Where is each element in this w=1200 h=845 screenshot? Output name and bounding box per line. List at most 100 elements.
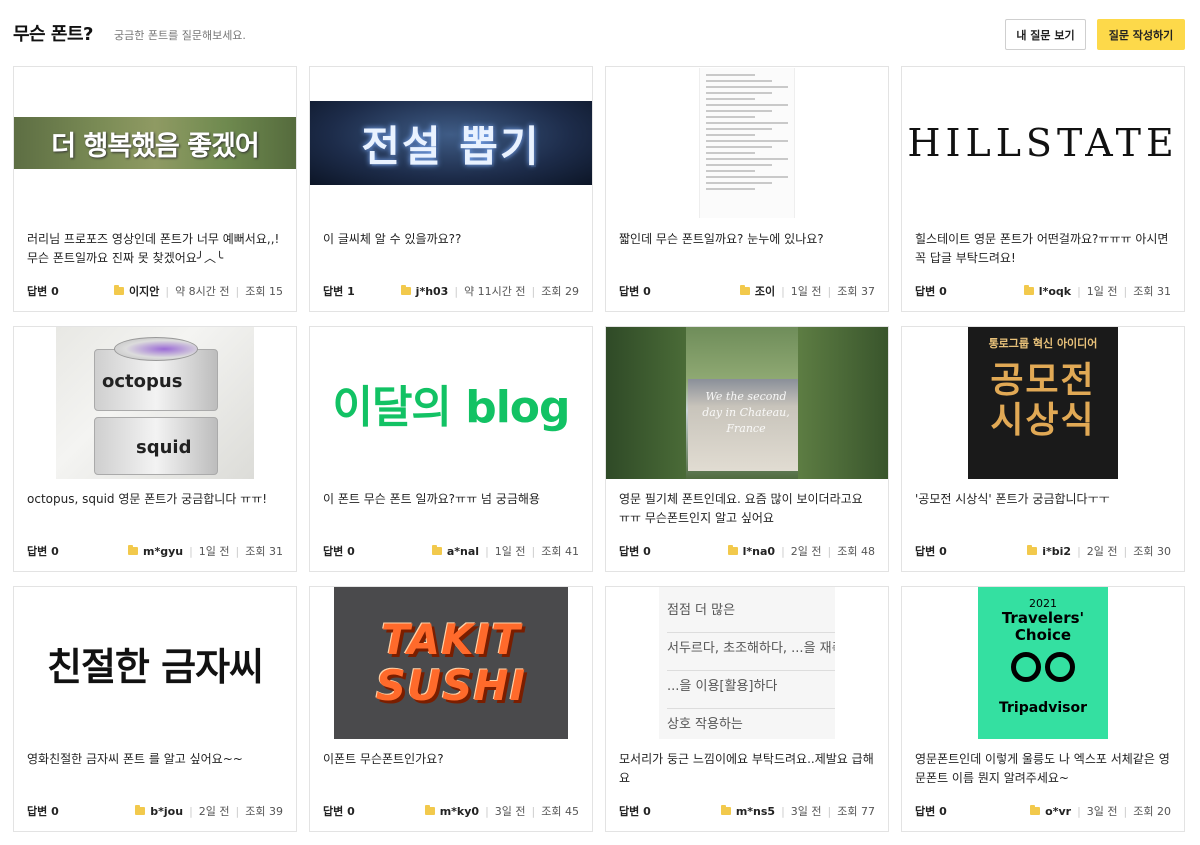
folder-icon	[720, 805, 731, 815]
folder-icon	[727, 545, 738, 555]
question-grid: 더 행복했음 좋겠어 러리님 프로포즈 영상인데 폰트가 너무 예뻐서요,,! …	[13, 66, 1186, 832]
folder-icon	[424, 805, 435, 815]
separator: |	[1123, 544, 1128, 558]
question-card[interactable]: We the second day in Chateau, France 영문 …	[605, 326, 889, 572]
thumbnail-text: Tripadvisor	[999, 700, 1087, 716]
question-card[interactable]: 짧인데 무슨 폰트일까요? 눈누에 있나요? 답변 0 조이 | 1일 전 | …	[605, 66, 889, 312]
separator: |	[485, 544, 489, 558]
post-time: 약 11시간 전	[464, 285, 526, 298]
thumbnail-text: 서두르다, 초조해하다, ...을 재촉	[667, 633, 835, 671]
question-thumbnail: 친절한 금자씨	[14, 587, 296, 739]
thumbnail-text: 상호 작용하는	[667, 709, 835, 739]
author-name: m*ns5	[735, 804, 776, 818]
question-meta: 답변 0 o*vr | 3일 전 | 조회 20	[915, 803, 1171, 819]
my-questions-button[interactable]: 내 질문 보기	[1005, 19, 1086, 50]
view-count: 조회 31	[1133, 285, 1171, 298]
author-name: a*nal	[446, 544, 480, 558]
question-meta: 답변 0 a*nal | 1일 전 | 조회 41	[323, 543, 579, 559]
question-thumbnail: 통로그룹 혁신 아이디어 공모전 시상식	[902, 327, 1184, 479]
author-name: 조이	[754, 285, 776, 298]
question-thumbnail: 2021 Travelers' Choice Tripadvisor	[902, 587, 1184, 739]
tripadvisor-badge: 2021 Travelers' Choice Tripadvisor	[978, 587, 1108, 739]
view-count: 조회 29	[541, 285, 579, 298]
post-time: 2일 전	[790, 545, 822, 558]
separator: |	[235, 804, 240, 818]
separator: |	[1123, 284, 1128, 298]
answer-count: 답변 1	[323, 285, 355, 298]
question-text: octopus, squid 영문 폰트가 궁금합니다 ㅠㅠ!	[27, 492, 268, 506]
post-time: 3일 전	[790, 805, 822, 818]
question-card[interactable]: HILLSTATE 힐스테이트 영문 폰트가 어떤걸까요?ㅠㅠㅠ 아시면 꼭 답…	[901, 66, 1185, 312]
separator: |	[1077, 544, 1081, 558]
question-thumbnail: We the second day in Chateau, France	[606, 327, 888, 479]
folder-icon	[431, 545, 442, 555]
question-text: 이 글씨체 알 수 있을까요??	[323, 232, 462, 246]
question-thumbnail: TAKIT SUSHI	[310, 587, 592, 739]
question-thumbnail: 전설 뽑기	[310, 67, 592, 219]
dictionary-photo: 점점 더 많은 서두르다, 초조해하다, ...을 재촉 ...을 이용[활용]…	[659, 587, 835, 739]
question-card[interactable]: 2021 Travelers' Choice Tripadvisor 영문폰트인…	[901, 586, 1185, 832]
question-text: 짧인데 무슨 폰트일까요? 눈누에 있나요?	[619, 232, 824, 246]
answer-count: 답변 0	[915, 545, 947, 558]
question-card[interactable]: octopus squid octopus, squid 영문 폰트가 궁금합니…	[13, 326, 297, 572]
post-time: 3일 전	[1086, 805, 1118, 818]
answer-count: 답변 0	[619, 545, 651, 558]
author-name: 이지안	[128, 285, 160, 298]
question-card[interactable]: 친절한 금자씨 영화친절한 금자씨 폰트 를 알고 싶어요~~ 답변 0 b*j…	[13, 586, 297, 832]
question-card[interactable]: 통로그룹 혁신 아이디어 공모전 시상식 '공모전 시상식' 폰트가 궁금합니다…	[901, 326, 1185, 572]
question-card[interactable]: 점점 더 많은 서두르다, 초조해하다, ...을 재촉 ...을 이용[활용]…	[605, 586, 889, 832]
thumbnail-text: octopus	[102, 371, 183, 392]
question-text: 모서리가 둥근 느낌이에요 부탁드려요..제발요 급해요	[619, 752, 874, 785]
view-count: 조회 45	[541, 805, 579, 818]
owl-icon	[1011, 652, 1075, 686]
separator: |	[781, 284, 785, 298]
view-count: 조회 39	[245, 805, 283, 818]
thumbnail-text: 통로그룹 혁신 아이디어	[988, 337, 1098, 350]
separator: |	[235, 284, 240, 298]
author-name: b*jou	[150, 804, 184, 818]
question-meta: 답변 0 m*ns5 | 3일 전 | 조회 77	[619, 803, 875, 819]
answer-count: 답변 0	[27, 805, 59, 818]
separator: |	[827, 804, 832, 818]
question-card[interactable]: 전설 뽑기 이 글씨체 알 수 있을까요?? 답변 1 j*h03 | 약 11…	[309, 66, 593, 312]
folder-icon	[1023, 285, 1034, 295]
write-question-button[interactable]: 질문 작성하기	[1097, 19, 1185, 50]
question-meta: 답변 0 l*na0 | 2일 전 | 조회 48	[619, 543, 875, 559]
view-count: 조회 48	[837, 545, 875, 558]
answer-count: 답변 0	[27, 545, 59, 558]
question-thumbnail	[606, 67, 888, 219]
answer-count: 답변 0	[915, 285, 947, 298]
separator: |	[454, 284, 459, 298]
view-count: 조회 30	[1133, 545, 1171, 558]
separator: |	[485, 804, 489, 818]
separator: |	[827, 284, 832, 298]
view-count: 조회 41	[541, 545, 579, 558]
thumbnail-text: 점점 더 많은	[667, 595, 835, 633]
question-card[interactable]: 이달의 blog 이 폰트 무슨 폰트 일까요?ㅠㅠ 넘 궁금해용 답변 0 a…	[309, 326, 593, 572]
thumbnail-text: We the second day in Chateau, France	[702, 390, 790, 435]
view-count: 조회 31	[245, 545, 283, 558]
question-text: 힐스테이트 영문 폰트가 어떤걸까요?ㅠㅠㅠ 아시면 꼭 답글 부탁드려요!	[915, 232, 1169, 265]
answer-count: 답변 0	[27, 285, 59, 298]
question-text: 이 폰트 무슨 폰트 일까요?ㅠㅠ 넘 궁금해용	[323, 492, 540, 506]
post-time: 1일 전	[494, 545, 526, 558]
question-text: 러리님 프로포즈 영상인데 폰트가 너무 예뻐서요,,! 무슨 폰트일까요 진짜…	[27, 232, 280, 265]
chateau-photo: We the second day in Chateau, France	[606, 327, 888, 479]
question-text: 이폰트 무슨폰트인가요?	[323, 752, 444, 766]
question-card[interactable]: 더 행복했음 좋겠어 러리님 프로포즈 영상인데 폰트가 너무 예뻐서요,,! …	[13, 66, 297, 312]
question-card[interactable]: TAKIT SUSHI 이폰트 무슨폰트인가요? 답변 0 m*ky0 | 3일…	[309, 586, 593, 832]
author-name: l*na0	[742, 544, 776, 558]
thumbnail-text: 시상식	[990, 400, 1096, 441]
view-count: 조회 15	[245, 285, 283, 298]
folder-icon	[400, 285, 411, 295]
page-title: 무슨 폰트?	[13, 24, 93, 45]
thumbnail-text: 이달의 blog	[332, 382, 570, 433]
sushi-sign-photo: TAKIT SUSHI	[334, 587, 568, 739]
question-text: 영화친절한 금자씨 폰트 를 알고 싶어요~~	[27, 752, 243, 766]
question-thumbnail: HILLSTATE	[902, 67, 1184, 219]
separator: |	[781, 544, 785, 558]
separator: |	[531, 804, 536, 818]
question-meta: 답변 0 b*jou | 2일 전 | 조회 39	[27, 803, 283, 819]
thumbnail-text: 공모전	[990, 360, 1096, 401]
thumbnail-text: 친절한 금자씨	[47, 643, 264, 689]
